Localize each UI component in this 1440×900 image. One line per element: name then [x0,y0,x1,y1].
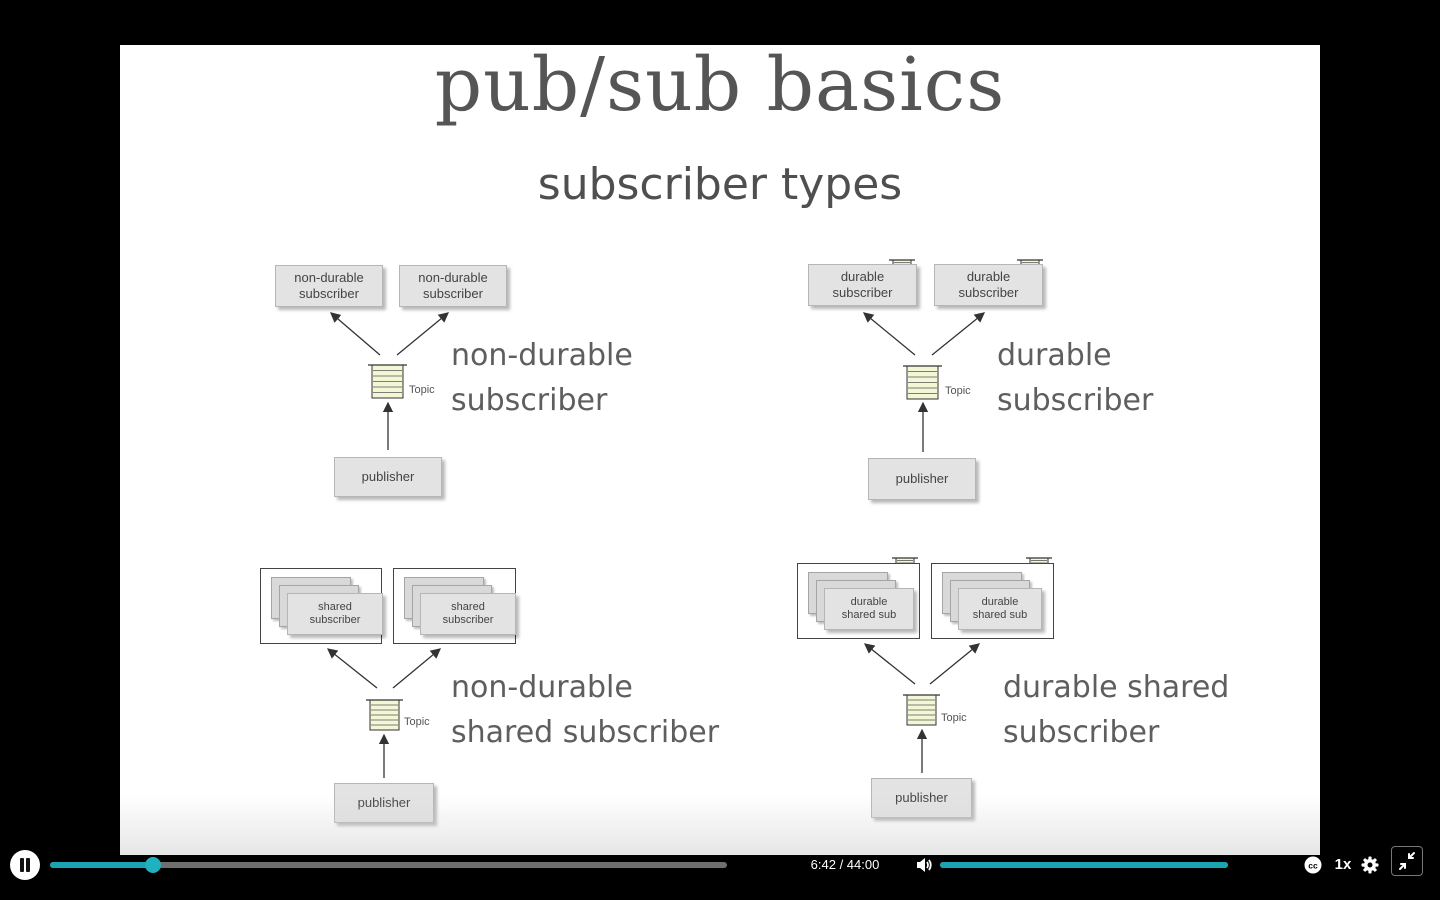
topic-queue-icon [366,699,403,731]
topic-label: Topic [941,712,967,724]
non-durable-subscriber-box: non-durable subscriber [399,265,507,307]
flow-arrow [929,643,981,685]
flow-arrow [330,312,381,356]
publisher-box: publisher [334,783,434,823]
topic-label: Topic [404,716,430,728]
playback-speed-button[interactable]: 1x [1330,853,1356,877]
shared-subscriber-group: shared subscriber [260,568,383,644]
durable-shared-group: durable shared sub [931,563,1054,639]
durable-shared-group: durable shared sub [797,563,920,639]
topic-queue-icon [368,364,407,399]
flow-arrow [862,312,916,356]
caption-line: subscriber [451,383,608,418]
caption-line: non-durable [451,338,633,373]
panel-caption: durable subscriber [997,333,1153,423]
gear-icon[interactable] [1360,855,1380,875]
durable-shared-sub-box: durable shared sub [958,588,1042,630]
flow-arrow [392,648,442,689]
caption-line: subscriber [997,383,1154,418]
exit-fullscreen-icon [1399,852,1415,870]
durable-subscriber-box: durable subscriber [808,264,917,306]
caption-line: shared subscriber [451,715,720,750]
caption-line: durable shared [1003,670,1230,705]
volume-icon[interactable] [914,855,934,875]
caption-line: non-durable [451,670,633,705]
progress-thumb[interactable] [145,857,162,873]
panel-caption: non-durable subscriber [451,333,633,423]
caption-line: subscriber [1003,715,1160,750]
topic-queue-icon [903,694,940,726]
progress-fill [50,862,154,868]
progress-bar[interactable] [50,857,727,873]
non-durable-subscriber-box: non-durable subscriber [275,265,383,307]
time-display: 6:42 / 44:00 [810,857,880,872]
flow-arrow [931,312,986,356]
shared-subscriber-group: shared subscriber [393,568,516,644]
publisher-box: publisher [871,778,972,818]
player-controls: 6:42 / 44:00 cc 1x [0,845,1440,885]
durable-shared-sub-box: durable shared sub [824,588,914,630]
exit-fullscreen-button[interactable] [1391,846,1423,876]
topic-label: Topic [409,384,435,396]
flow-arrow [863,643,916,685]
caption-line: durable [997,338,1112,373]
panel-caption: non-durable shared subscriber [451,665,719,755]
topic-queue-icon [903,365,942,400]
shared-subscriber-box: shared subscriber [420,593,516,635]
flow-arrow [326,648,378,689]
pause-button[interactable] [10,850,40,880]
shared-subscriber-box: shared subscriber [287,593,383,635]
publisher-box: publisher [334,457,442,497]
video-frame[interactable]: pub/sub basics subscriber types non-dura… [120,45,1320,855]
closed-captions-icon[interactable]: cc [1303,855,1323,875]
svg-text:cc: cc [1308,860,1318,870]
flow-arrow [396,312,450,356]
topic-label: Topic [945,385,971,397]
volume-slider[interactable] [940,862,1228,868]
volume-fill [940,862,1228,868]
publisher-box: publisher [868,458,976,500]
durable-subscriber-box: durable subscriber [934,264,1043,306]
panel-caption: durable shared subscriber [1003,665,1229,755]
